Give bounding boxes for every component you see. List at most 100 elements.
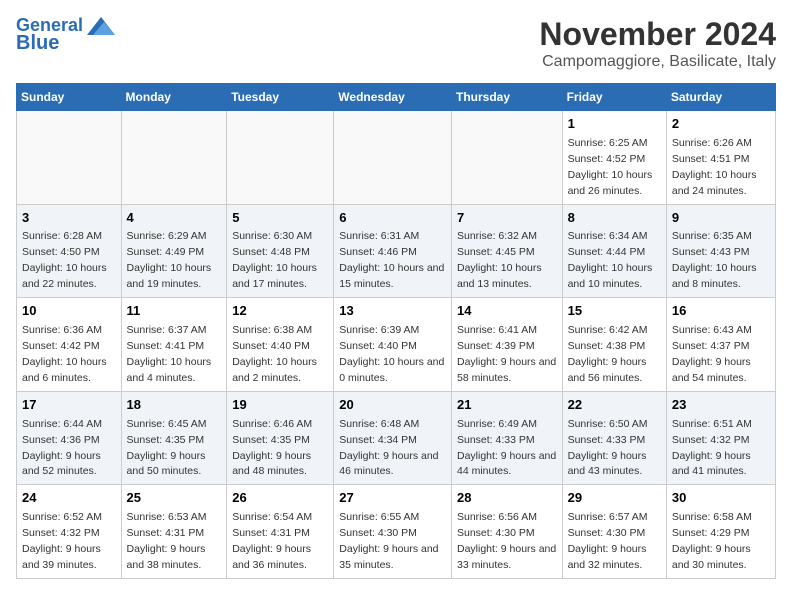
calendar-cell: 28Sunrise: 6:56 AM Sunset: 4:30 PM Dayli… (451, 485, 562, 579)
day-info: Sunrise: 6:45 AM Sunset: 4:35 PM Dayligh… (127, 418, 207, 478)
day-info: Sunrise: 6:55 AM Sunset: 4:30 PM Dayligh… (339, 511, 438, 571)
day-info: Sunrise: 6:53 AM Sunset: 4:31 PM Dayligh… (127, 511, 207, 571)
calendar-cell: 24 Sunrise: 6:52 AM Sunset: 4:32 PM Dayli… (17, 485, 122, 579)
calendar-cell (227, 111, 334, 205)
calendar-cell (17, 111, 122, 205)
day-number: 25 (127, 489, 222, 508)
calendar-week-row: 1Sunrise: 6:25 AM Sunset: 4:52 PM Daylig… (17, 111, 776, 205)
calendar-cell: 25 Sunrise: 6:53 AM Sunset: 4:31 PM Dayli… (121, 485, 227, 579)
calendar-cell: 11 Sunrise: 6:37 AM Sunset: 4:41 PM Dayli… (121, 298, 227, 392)
calendar-cell: 26Sunrise: 6:54 AM Sunset: 4:31 PM Dayli… (227, 485, 334, 579)
calendar-cell: 23 Sunrise: 6:51 AM Sunset: 4:32 PM Dayli… (666, 391, 775, 485)
calendar-cell: 30Sunrise: 6:58 AM Sunset: 4:29 PM Dayli… (666, 485, 775, 579)
day-number: 4 (127, 209, 222, 228)
weekday-header: Thursday (451, 84, 562, 111)
day-number: 12 (232, 302, 328, 321)
day-number: 8 (568, 209, 661, 228)
day-number: 5 (232, 209, 328, 228)
weekday-header: Saturday (666, 84, 775, 111)
page-header: General Blue November 2024 Campomaggiore… (16, 16, 776, 71)
calendar-cell: 22 Sunrise: 6:50 AM Sunset: 4:33 PM Dayli… (562, 391, 666, 485)
day-info: Sunrise: 6:32 AM Sunset: 4:45 PM Dayligh… (457, 230, 542, 290)
day-info: Sunrise: 6:35 AM Sunset: 4:43 PM Dayligh… (672, 230, 757, 290)
calendar-cell (451, 111, 562, 205)
title-section: November 2024 Campomaggiore, Basilicate,… (539, 16, 776, 71)
calendar-cell: 18 Sunrise: 6:45 AM Sunset: 4:35 PM Dayli… (121, 391, 227, 485)
weekday-header: Monday (121, 84, 227, 111)
month-title: November 2024 (539, 16, 776, 53)
day-info: Sunrise: 6:29 AM Sunset: 4:49 PM Dayligh… (127, 230, 212, 290)
day-number: 24 (22, 489, 116, 508)
day-number: 22 (568, 396, 661, 415)
calendar-header: SundayMondayTuesdayWednesdayThursdayFrid… (17, 84, 776, 111)
day-number: 20 (339, 396, 446, 415)
location-title: Campomaggiore, Basilicate, Italy (539, 53, 776, 71)
calendar-cell: 12Sunrise: 6:38 AM Sunset: 4:40 PM Dayli… (227, 298, 334, 392)
calendar-cell (334, 111, 452, 205)
calendar-cell: 16 Sunrise: 6:43 AM Sunset: 4:37 PM Dayli… (666, 298, 775, 392)
day-number: 10 (22, 302, 116, 321)
weekday-header: Tuesday (227, 84, 334, 111)
calendar-week-row: 17 Sunrise: 6:44 AM Sunset: 4:36 PM Dayli… (17, 391, 776, 485)
day-info: Sunrise: 6:25 AM Sunset: 4:52 PM Dayligh… (568, 137, 653, 197)
day-number: 19 (232, 396, 328, 415)
day-info: Sunrise: 6:51 AM Sunset: 4:32 PM Dayligh… (672, 418, 752, 478)
calendar-cell: 5Sunrise: 6:30 AM Sunset: 4:48 PM Daylig… (227, 204, 334, 298)
calendar-cell: 6Sunrise: 6:31 AM Sunset: 4:46 PM Daylig… (334, 204, 452, 298)
day-number: 17 (22, 396, 116, 415)
weekday-header: Sunday (17, 84, 122, 111)
day-info: Sunrise: 6:28 AM Sunset: 4:50 PM Dayligh… (22, 230, 107, 290)
day-number: 29 (568, 489, 661, 508)
day-info: Sunrise: 6:26 AM Sunset: 4:51 PM Dayligh… (672, 137, 757, 197)
calendar-cell: 20 Sunrise: 6:48 AM Sunset: 4:34 PM Dayli… (334, 391, 452, 485)
calendar-cell: 3 Sunrise: 6:28 AM Sunset: 4:50 PM Daylig… (17, 204, 122, 298)
calendar-cell: 7Sunrise: 6:32 AM Sunset: 4:45 PM Daylig… (451, 204, 562, 298)
day-info: Sunrise: 6:50 AM Sunset: 4:33 PM Dayligh… (568, 418, 648, 478)
logo: General Blue (16, 16, 115, 54)
day-number: 11 (127, 302, 222, 321)
day-number: 21 (457, 396, 557, 415)
day-info: Sunrise: 6:31 AM Sunset: 4:46 PM Dayligh… (339, 230, 444, 290)
calendar-cell: 15Sunrise: 6:42 AM Sunset: 4:38 PM Dayli… (562, 298, 666, 392)
day-number: 16 (672, 302, 770, 321)
day-info: Sunrise: 6:37 AM Sunset: 4:41 PM Dayligh… (127, 324, 212, 384)
day-number: 23 (672, 396, 770, 415)
calendar-week-row: 10 Sunrise: 6:36 AM Sunset: 4:42 PM Dayli… (17, 298, 776, 392)
day-info: Sunrise: 6:49 AM Sunset: 4:33 PM Dayligh… (457, 418, 556, 478)
day-info: Sunrise: 6:57 AM Sunset: 4:30 PM Dayligh… (568, 511, 648, 571)
calendar-cell: 27 Sunrise: 6:55 AM Sunset: 4:30 PM Dayli… (334, 485, 452, 579)
weekday-header: Wednesday (334, 84, 452, 111)
calendar-cell: 14 Sunrise: 6:41 AM Sunset: 4:39 PM Dayli… (451, 298, 562, 392)
calendar-cell (121, 111, 227, 205)
calendar-cell: 8Sunrise: 6:34 AM Sunset: 4:44 PM Daylig… (562, 204, 666, 298)
calendar-week-row: 3 Sunrise: 6:28 AM Sunset: 4:50 PM Daylig… (17, 204, 776, 298)
day-info: Sunrise: 6:58 AM Sunset: 4:29 PM Dayligh… (672, 511, 752, 571)
calendar-cell: 2 Sunrise: 6:26 AM Sunset: 4:51 PM Daylig… (666, 111, 775, 205)
weekday-header: Friday (562, 84, 666, 111)
day-info: Sunrise: 6:52 AM Sunset: 4:32 PM Dayligh… (22, 511, 102, 571)
day-info: Sunrise: 6:48 AM Sunset: 4:34 PM Dayligh… (339, 418, 438, 478)
day-number: 3 (22, 209, 116, 228)
logo-icon (87, 17, 115, 35)
calendar-cell: 4 Sunrise: 6:29 AM Sunset: 4:49 PM Daylig… (121, 204, 227, 298)
calendar-table: SundayMondayTuesdayWednesdayThursdayFrid… (16, 83, 776, 579)
day-info: Sunrise: 6:41 AM Sunset: 4:39 PM Dayligh… (457, 324, 556, 384)
day-number: 26 (232, 489, 328, 508)
calendar-cell: 13 Sunrise: 6:39 AM Sunset: 4:40 PM Dayli… (334, 298, 452, 392)
calendar-cell: 21 Sunrise: 6:49 AM Sunset: 4:33 PM Dayli… (451, 391, 562, 485)
day-number: 13 (339, 302, 446, 321)
day-info: Sunrise: 6:36 AM Sunset: 4:42 PM Dayligh… (22, 324, 107, 384)
day-number: 27 (339, 489, 446, 508)
day-info: Sunrise: 6:39 AM Sunset: 4:40 PM Dayligh… (339, 324, 444, 384)
day-info: Sunrise: 6:42 AM Sunset: 4:38 PM Dayligh… (568, 324, 648, 384)
day-info: Sunrise: 6:44 AM Sunset: 4:36 PM Dayligh… (22, 418, 102, 478)
day-number: 9 (672, 209, 770, 228)
logo-blue-text: Blue (16, 32, 59, 54)
day-number: 14 (457, 302, 557, 321)
day-info: Sunrise: 6:43 AM Sunset: 4:37 PM Dayligh… (672, 324, 752, 384)
calendar-cell: 19Sunrise: 6:46 AM Sunset: 4:35 PM Dayli… (227, 391, 334, 485)
calendar-cell: 29 Sunrise: 6:57 AM Sunset: 4:30 PM Dayli… (562, 485, 666, 579)
day-number: 2 (672, 115, 770, 134)
day-number: 18 (127, 396, 222, 415)
day-number: 28 (457, 489, 557, 508)
